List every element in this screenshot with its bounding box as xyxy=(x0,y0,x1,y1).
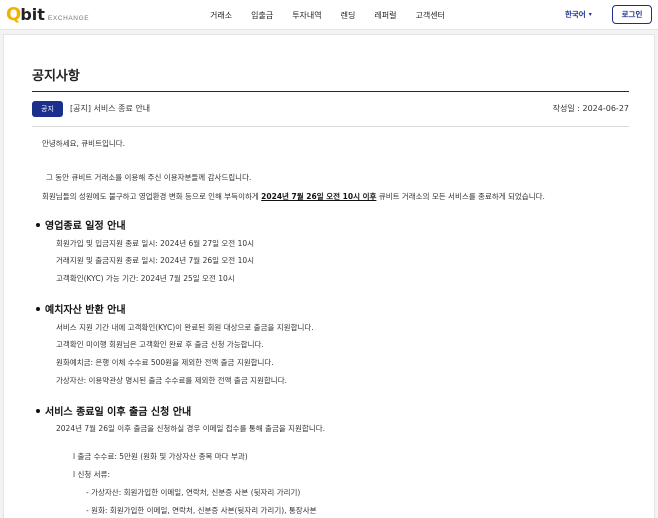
logo-mark: Q xyxy=(6,4,22,25)
docs-krw-text: - 원화: 회원가입한 이메일, 연락처, 신분증 사본(뒷자리 가리기), 통… xyxy=(86,506,317,515)
notice-badge: 공지 xyxy=(32,101,63,117)
page-title: 공지사항 xyxy=(32,69,80,84)
schedule-line-1: 회원가입 및 입금지원 종료 일시: 2024년 6월 27일 오전 10시 xyxy=(56,239,255,248)
assets-line-4: 가상자산: 이용약관상 명시된 출금 수수료를 제외한 전액 출금 지원합니다. xyxy=(56,376,287,385)
closing-date-highlight: 2024년 7월 26일 오전 10시 이후 xyxy=(261,192,377,201)
after-closure-line-1: 2024년 7월 26일 이후 출금을 신청하실 경우 이메일 접수를 통해 출… xyxy=(56,424,326,433)
notice-date: 작성일 : 2024-06-27 xyxy=(552,104,629,113)
assets-line-2: 고객확인 미이행 회원님은 고객확인 완료 후 출금 신청 가능합니다. xyxy=(56,340,264,349)
section-schedule-heading: 영업종료 일정 안내 xyxy=(36,217,126,232)
required-docs-label: l 신청 서류: xyxy=(73,470,110,479)
nav-exchange[interactable]: 거래소 xyxy=(210,10,232,21)
notice-title: [공지] 서비스 종료 안내 xyxy=(70,104,151,113)
bullet-icon xyxy=(36,307,40,311)
notice-card: 공지사항 공지 [공지] 서비스 종료 안내 작성일 : 2024-06-27 … xyxy=(3,34,655,518)
bullet-icon xyxy=(36,409,40,413)
section-schedule-title: 영업종료 일정 안내 xyxy=(45,221,126,232)
login-button[interactable]: 로그인 xyxy=(612,5,652,24)
intro-text: 회원님들의 성원에도 불구하고 영업환경 변화 등으로 인해 부득이하게 202… xyxy=(42,191,545,202)
section-after-closure-heading: 서비스 종료일 이후 출금 신청 안내 xyxy=(36,403,191,418)
notice-header-row: 공지 [공지] 서비스 종료 안내 작성일 : 2024-06-27 xyxy=(32,91,629,127)
schedule-line-3: 고객확인(KYC) 가능 기간: 2024년 7월 25일 오전 10시 xyxy=(56,274,235,283)
nav-investments[interactable]: 투자내역 xyxy=(292,10,321,21)
section-assets-title: 예치자산 반환 안내 xyxy=(45,305,126,316)
docs-crypto-text: - 가상자산: 회원가입한 이메일, 연락처, 신분증 사본 (뒷자리 가리기) xyxy=(86,488,301,497)
assets-line-3: 원화예치금: 은행 이체 수수료 500원을 제외한 전액 출금 지원합니다. xyxy=(56,358,274,367)
nav-deposit-withdraw[interactable]: 입출금 xyxy=(251,10,273,21)
nav-support[interactable]: 고객센터 xyxy=(415,10,444,21)
language-select[interactable]: 한국어 ▾ xyxy=(565,9,592,20)
logo-subtext: EXCHANGE xyxy=(47,15,90,22)
main-nav: 거래소 입출금 투자내역 렌딩 레퍼럴 고객센터 xyxy=(210,0,464,30)
section-after-closure-title: 서비스 종료일 이후 출금 신청 안내 xyxy=(45,407,192,418)
bullet-icon xyxy=(36,223,40,227)
nav-referral[interactable]: 레퍼럴 xyxy=(374,10,396,21)
chevron-down-icon: ▾ xyxy=(588,11,592,18)
intro-post: 큐비트 거래소의 모든 서비스를 종료하게 되었습니다. xyxy=(376,192,545,201)
thanks-text: 그 동안 큐비트 거래소를 이용해 주신 이용자분들께 감사드립니다. xyxy=(46,173,252,182)
greeting-text: 안녕하세요, 큐비트입니다. xyxy=(42,139,126,148)
section-assets-heading: 예치자산 반환 안내 xyxy=(36,301,126,316)
withdrawal-fee-text: l 출금 수수료: 5만원 (원화 및 가상자산 종목 마다 부과) xyxy=(73,452,248,461)
logo-text: bit xyxy=(20,5,45,24)
top-header: Q bit EXCHANGE 거래소 입출금 투자내역 렌딩 레퍼럴 고객센터 … xyxy=(0,0,658,30)
language-label: 한국어 xyxy=(565,10,586,19)
intro-pre: 회원님들의 성원에도 불구하고 영업환경 변화 등으로 인해 부득이하게 xyxy=(42,192,262,201)
nav-lending[interactable]: 렌딩 xyxy=(341,10,356,21)
assets-line-1: 서비스 지원 기간 내에 고객확인(KYC)이 완료된 회원 대상으로 출금을 … xyxy=(56,323,314,332)
schedule-line-2: 거래지원 및 출금지원 종료 일시: 2024년 7월 26일 오전 10시 xyxy=(56,256,255,265)
logo[interactable]: Q bit EXCHANGE xyxy=(6,5,89,25)
